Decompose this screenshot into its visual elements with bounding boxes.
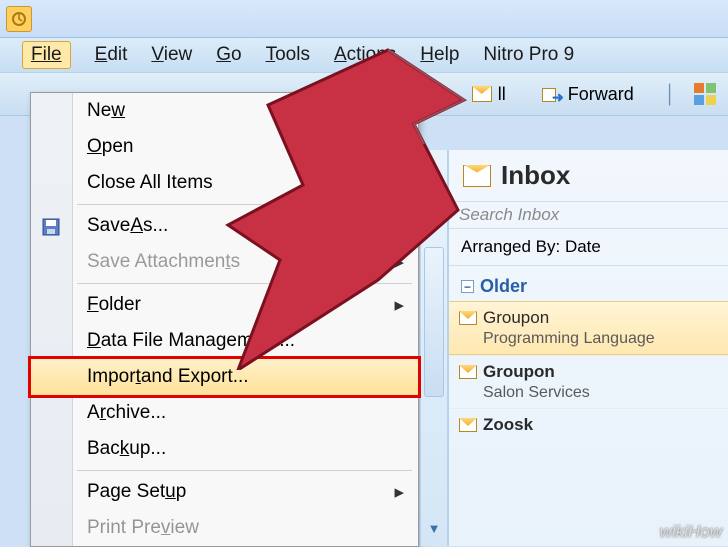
submenu-arrow-icon: ▸ [394, 481, 404, 504]
file-dropdown-menu: New▸ Open▸ Close All Items Save As... Sa… [30, 92, 419, 547]
menu-file[interactable]: File [22, 41, 71, 69]
submenu-arrow-icon: ▸ [394, 251, 404, 274]
categories-icon[interactable] [694, 83, 716, 105]
collapse-group-icon[interactable]: − [461, 280, 474, 293]
submenu-arrow-icon: ▸ [394, 100, 404, 123]
forward-icon: ➜ [542, 86, 562, 102]
open-envelope-icon [459, 311, 477, 325]
menu-item-save-attachments: Save Attachments▸ [31, 244, 418, 280]
menu-edit[interactable]: Edit [95, 44, 128, 66]
wikihow-watermark: wikiHow [660, 522, 722, 542]
inbox-icon [463, 165, 491, 187]
menu-item-backup[interactable]: Backup... [31, 431, 418, 467]
group-header-older[interactable]: − Older [449, 266, 728, 301]
forward-button[interactable]: ➜Forward [533, 80, 643, 109]
reply-all-button[interactable]: ll [463, 80, 515, 109]
menu-item-import-export[interactable]: Import and Export... [28, 356, 421, 398]
menu-go[interactable]: Go [216, 44, 241, 66]
arrange-by-header[interactable]: Arranged By: Date [449, 229, 728, 266]
menu-item-page-setup[interactable]: Page Setup▸ [31, 474, 418, 510]
message-list-pane: Inbox Search Inbox Arranged By: Date − O… [448, 150, 728, 546]
scrollbar-thumb[interactable] [424, 247, 444, 397]
menu-nitro[interactable]: Nitro Pro 9 [483, 44, 574, 66]
menu-bar: File Edit View Go Tools Actions Help Nit… [0, 38, 728, 72]
toolbar-separator: │ [665, 84, 676, 105]
floppy-disk-icon [41, 217, 63, 235]
submenu-arrow-icon: ▸ [394, 136, 404, 159]
closed-envelope-icon [459, 418, 477, 432]
menu-item-save-as[interactable]: Save As... [31, 208, 418, 244]
menu-item-data-file-mgmt[interactable]: Data File Management... [31, 323, 418, 359]
collapse-icon: « [432, 180, 436, 196]
menu-item-print-preview[interactable]: Print Preview [31, 510, 418, 546]
submenu-arrow-icon: ▸ [394, 294, 404, 317]
menu-item-archive[interactable]: Archive... [31, 395, 418, 431]
search-input[interactable]: Search Inbox [449, 201, 728, 229]
title-bar [0, 0, 728, 38]
closed-envelope-icon [459, 365, 477, 379]
inbox-header: Inbox [449, 150, 728, 201]
menu-item-close-all[interactable]: Close All Items [31, 165, 418, 201]
outlook-app-icon [6, 6, 32, 32]
message-row[interactable]: Groupon Salon Services [449, 355, 728, 408]
envelope-icon [472, 86, 492, 102]
menu-help[interactable]: Help [420, 44, 459, 66]
menu-item-folder[interactable]: Folder▸ [31, 287, 418, 323]
nav-collapse-bar[interactable]: « ▲ ▼ [420, 150, 448, 546]
menu-item-new[interactable]: New▸ [31, 93, 418, 129]
message-row[interactable]: Zoosk [449, 408, 728, 441]
menu-view[interactable]: View [151, 44, 192, 66]
menu-actions[interactable]: Actions [334, 44, 396, 66]
menu-item-open[interactable]: Open▸ [31, 129, 418, 165]
scroll-down-icon[interactable]: ▼ [428, 521, 441, 536]
scroll-up-icon[interactable]: ▲ [428, 212, 441, 227]
menu-tools[interactable]: Tools [266, 44, 310, 66]
message-row[interactable]: Groupon Programming Language [449, 301, 728, 355]
